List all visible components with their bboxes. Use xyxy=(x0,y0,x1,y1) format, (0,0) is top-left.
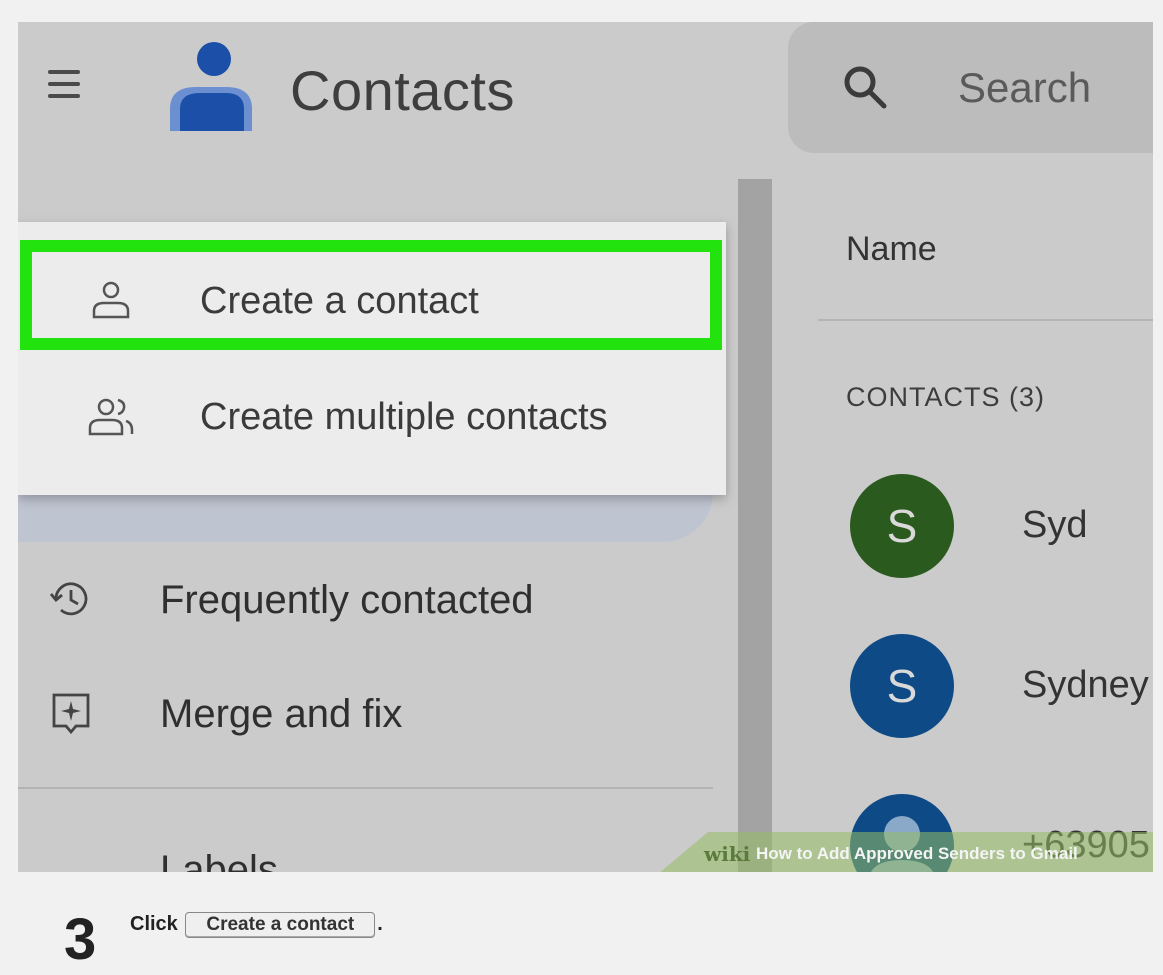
search-icon[interactable] xyxy=(842,64,888,110)
contacts-section-header: CONTACTS (3) xyxy=(846,382,1045,412)
sidebar-item-labels[interactable]: Labels xyxy=(18,842,718,872)
contact-name: Sydney xyxy=(1022,664,1149,706)
sidebar-scrollbar[interactable] xyxy=(738,179,772,872)
sidebar-divider xyxy=(18,787,713,789)
merge-fix-icon xyxy=(52,693,90,735)
app-title: Contacts xyxy=(290,59,515,122)
avatar: S xyxy=(850,634,954,738)
sidebar-item-label: Labels xyxy=(160,848,278,872)
wikihow-watermark: wiki How to Add Approved Senders to Gmai… xyxy=(658,832,1153,872)
people-outline-icon xyxy=(88,398,134,436)
menu-item-create-contact[interactable]: Create a contact xyxy=(18,242,726,352)
person-outline-icon xyxy=(92,281,130,319)
avatar: S xyxy=(850,474,954,578)
contacts-logo-icon xyxy=(170,42,252,131)
search-input[interactable]: Search xyxy=(958,64,1091,112)
sidebar-item-frequently-contacted[interactable]: Frequently contacted xyxy=(18,560,718,650)
menu-item-label: Create a contact xyxy=(200,280,479,322)
main-menu-button[interactable] xyxy=(48,70,82,100)
sidebar-item-merge-fix[interactable]: Merge and fix xyxy=(18,674,718,764)
search-bar[interactable]: Search xyxy=(788,22,1153,153)
watermark-brand: wiki xyxy=(704,842,751,866)
caption-suffix: . xyxy=(377,913,383,935)
chevron-up-icon xyxy=(48,856,94,872)
menu-item-label: Create multiple contacts xyxy=(200,396,608,438)
menu-item-create-multiple[interactable]: Create multiple contacts xyxy=(18,362,726,472)
create-contact-dropdown: Create a contact Create multiple contact… xyxy=(18,222,726,495)
screenshot-frame: Contacts Search Create a contact Create … xyxy=(18,22,1153,872)
sidebar-item-label: Merge and fix xyxy=(160,692,403,736)
sidebar-item-label: Frequently contacted xyxy=(160,578,534,622)
step-caption: Click Create a contact. xyxy=(130,912,383,938)
contact-row[interactable]: S Sydney xyxy=(850,634,1153,738)
column-header-name[interactable]: Name xyxy=(846,230,937,269)
list-divider xyxy=(818,319,1153,321)
watermark-text: How to Add Approved Senders to Gmail xyxy=(756,844,1078,863)
caption-button-label: Create a contact xyxy=(185,912,376,938)
caption-prefix: Click xyxy=(130,913,178,935)
step-number: 3 xyxy=(64,907,97,972)
contact-name: Syd xyxy=(1022,504,1088,546)
contact-row[interactable]: S Syd xyxy=(850,474,1153,578)
history-icon xyxy=(49,582,88,616)
